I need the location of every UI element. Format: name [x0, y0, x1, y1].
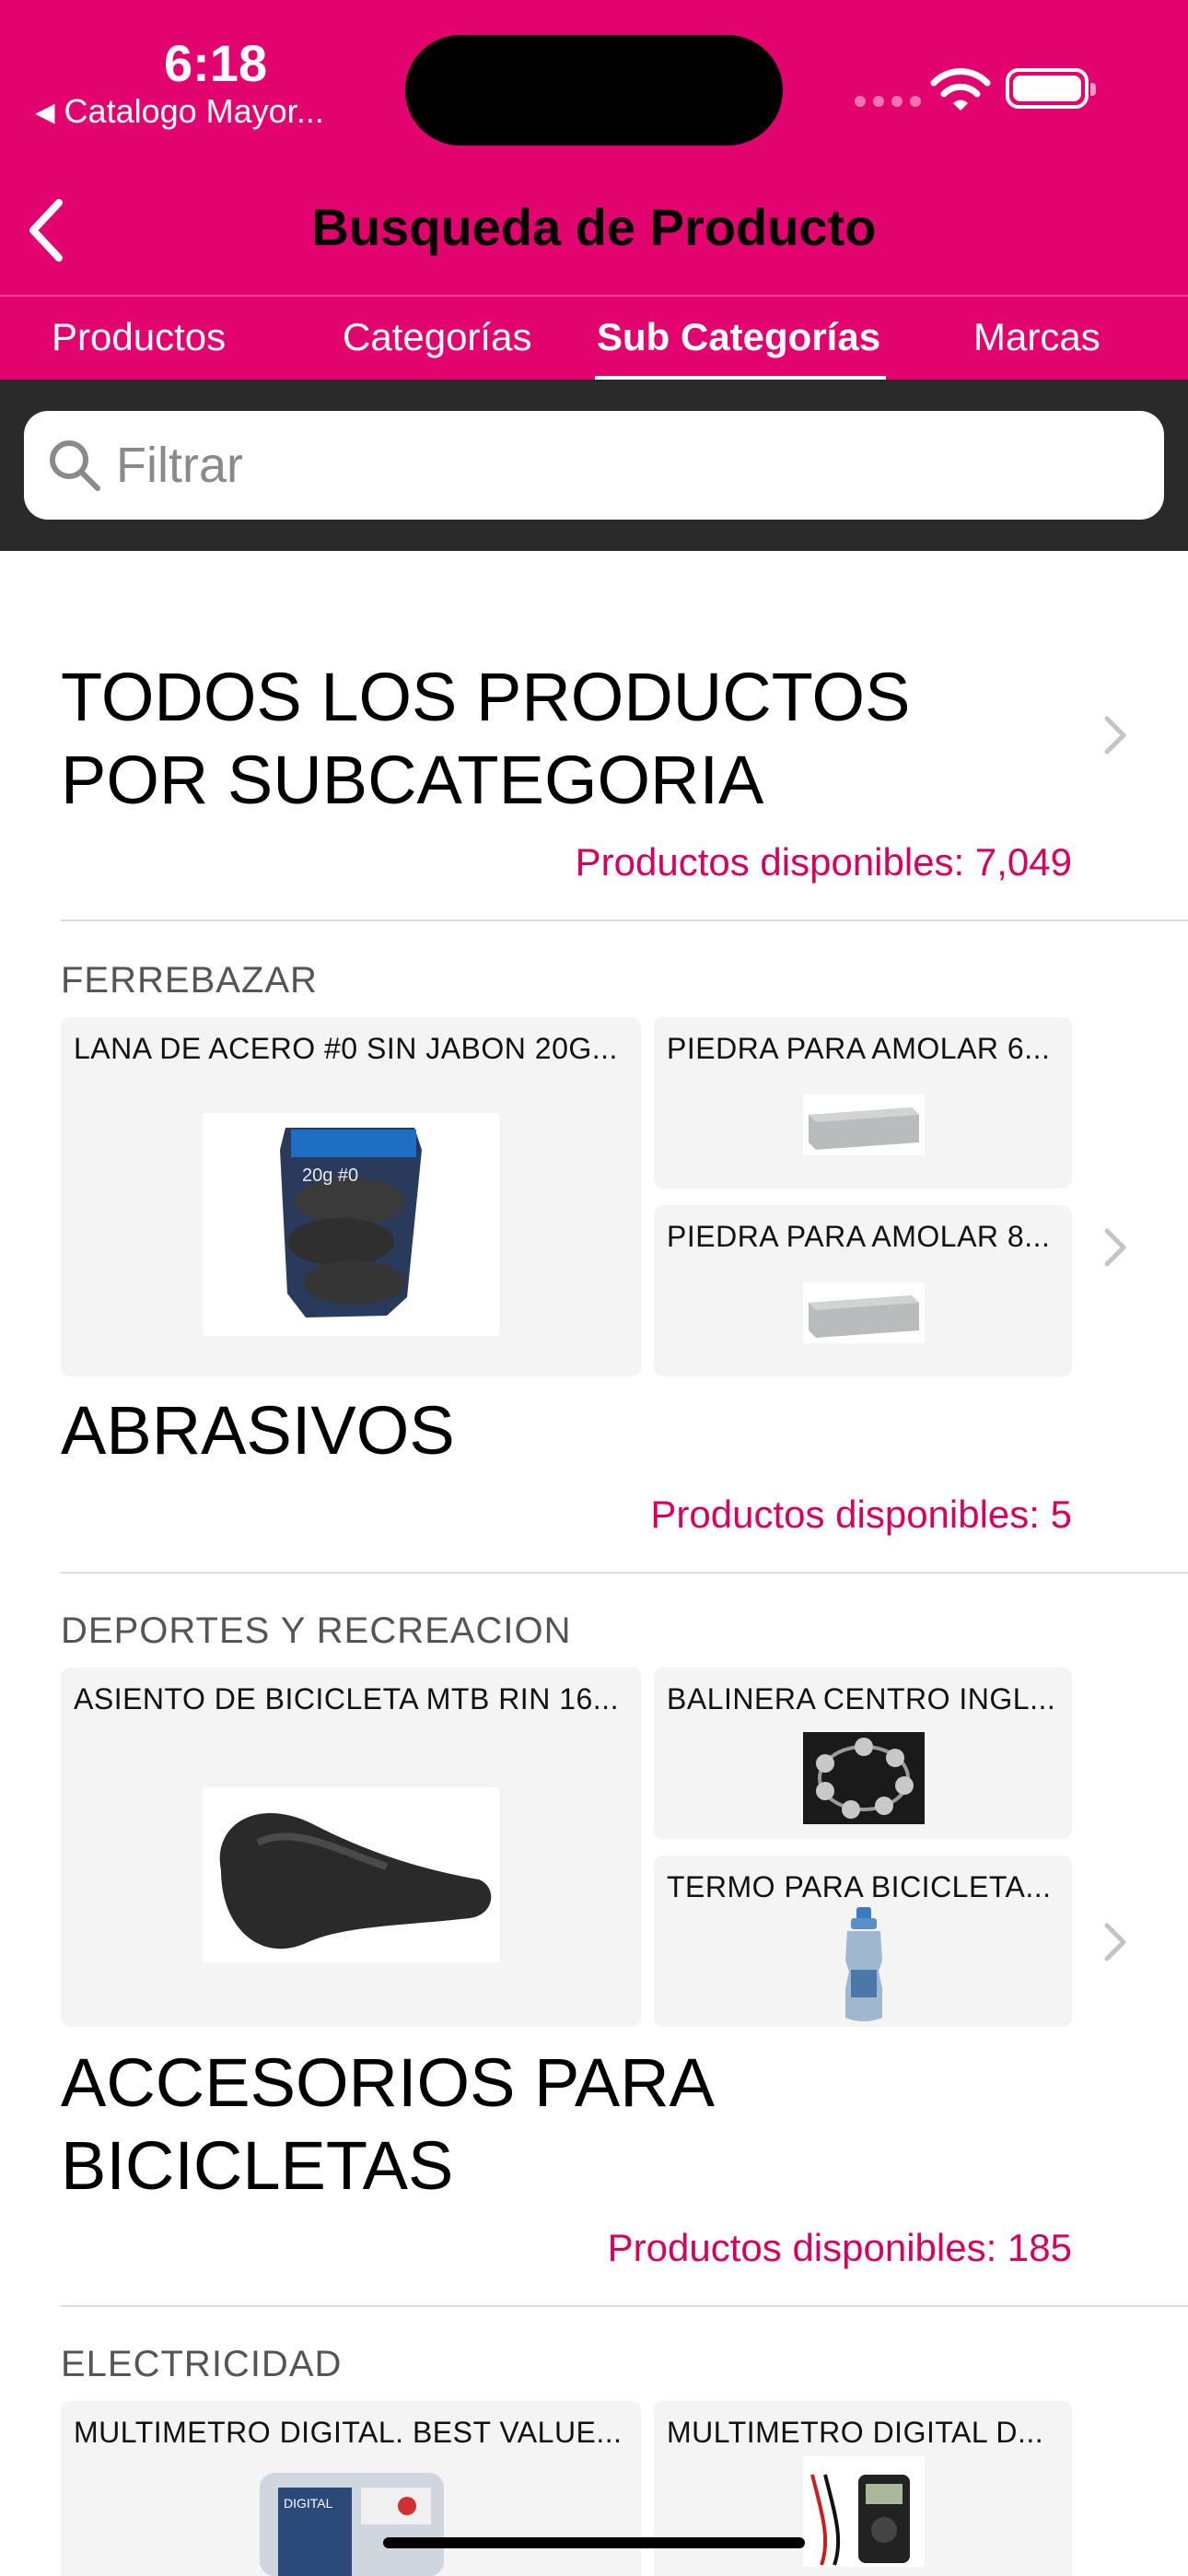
- product-card-large[interactable]: LANA DE ACERO #0 SIN JABON 20G... 20g #0: [61, 1017, 641, 1376]
- page-title: Busqueda de Producto: [311, 198, 877, 256]
- bicycle-seat-image: [203, 1787, 499, 1962]
- steel-wool-image: 20g #0: [203, 1113, 499, 1336]
- status-time: 6:18: [164, 34, 268, 92]
- water-bottle-image: [845, 1907, 882, 2021]
- battery-icon: [1006, 68, 1096, 109]
- tab-bar: Productos Categorías Sub Categorías Marc…: [0, 295, 1188, 381]
- search-icon: [50, 440, 100, 491]
- product-card-small[interactable]: PIEDRA PARA AMOLAR 8...: [654, 1205, 1072, 1376]
- product-card-small[interactable]: PIEDRA PARA AMOLAR 6...: [654, 1017, 1072, 1188]
- search-bar-container: [0, 380, 1188, 551]
- divider: [61, 2305, 1188, 2307]
- tab-productos[interactable]: Productos: [52, 315, 226, 359]
- product-name: PIEDRA PARA AMOLAR 6...: [667, 1032, 1051, 1065]
- sharpening-stone-image: [803, 1095, 925, 1155]
- search-field[interactable]: [24, 411, 1164, 520]
- product-card-small[interactable]: MULTIMETRO DIGITAL D...: [654, 2401, 1072, 2576]
- product-card-small[interactable]: TERMO PARA BICICLETA...: [654, 1856, 1072, 2027]
- chevron-right-icon: [1104, 1228, 1126, 1267]
- status-back-to-app[interactable]: ◀ Catalogo Mayor...: [35, 92, 324, 131]
- subcategory-count: Productos disponibles: 5: [650, 1493, 1072, 1536]
- search-input[interactable]: [116, 429, 1129, 501]
- app-header: 6:18 ◀ Catalogo Mayor... Busqueda de Pro…: [0, 0, 1188, 381]
- product-name: TERMO PARA BICICLETA...: [667, 1870, 1052, 1903]
- ball-bearing-image: [803, 1732, 925, 1824]
- product-name: BALINERA CENTRO INGL...: [667, 1682, 1056, 1715]
- multimeter-image: [803, 2456, 925, 2567]
- subcategory-count: Productos disponibles: 185: [607, 2226, 1072, 2269]
- svg-text:20g #0: 20g #0: [302, 1165, 358, 1186]
- category-label: FERREBAZAR: [61, 960, 318, 1001]
- sharpening-stone-image: [803, 1282, 925, 1343]
- status-back-label: Catalogo Mayor...: [64, 92, 324, 130]
- subcategory-name: ACCESORIOS PARA BICICLETAS: [61, 2044, 711, 2204]
- category-label: DEPORTES Y RECREACION: [61, 1610, 572, 1651]
- svg-text:DIGITAL: DIGITAL: [284, 2496, 333, 2511]
- dynamic-island: [405, 35, 783, 146]
- divider: [61, 919, 1188, 921]
- divider: [61, 1572, 1188, 1574]
- product-card-small[interactable]: BALINERA CENTRO INGL...: [654, 1668, 1072, 1839]
- cellular-signal-icon: [855, 96, 921, 107]
- category-label: ELECTRICIDAD: [61, 2344, 343, 2384]
- tab-categorias[interactable]: Categorías: [343, 315, 531, 359]
- product-card-large[interactable]: MULTIMETRO DIGITAL. BEST VALUE... DIGITA…: [61, 2401, 641, 2576]
- home-indicator: [383, 2537, 805, 2548]
- all-products-title: TODOS LOS PRODUCTOS POR SUBCATEGORIA: [61, 659, 911, 818]
- product-name: PIEDRA PARA AMOLAR 8...: [667, 1220, 1051, 1253]
- chevron-right-icon: [1104, 716, 1126, 755]
- chevron-right-icon: [1104, 1923, 1126, 1961]
- product-card-large[interactable]: ASIENTO DE BICICLETA MTB RIN 16...: [61, 1668, 641, 2027]
- wifi-icon: [930, 68, 991, 111]
- tab-sub-categorias[interactable]: Sub Categorías: [597, 315, 880, 359]
- tab-marcas[interactable]: Marcas: [973, 315, 1101, 359]
- product-name: MULTIMETRO DIGITAL. BEST VALUE...: [74, 2416, 623, 2449]
- subcategory-name: ABRASIVOS: [61, 1392, 455, 1469]
- multimeter-package-image: DIGITAL: [260, 2473, 444, 2576]
- product-name: ASIENTO DE BICICLETA MTB RIN 16...: [74, 1682, 619, 1715]
- back-triangle-icon: ◀: [35, 97, 55, 126]
- all-products-count: Productos disponibles: 7,049: [575, 840, 1072, 884]
- product-name: LANA DE ACERO #0 SIN JABON 20G...: [74, 1032, 618, 1065]
- product-name: MULTIMETRO DIGITAL D...: [667, 2416, 1044, 2449]
